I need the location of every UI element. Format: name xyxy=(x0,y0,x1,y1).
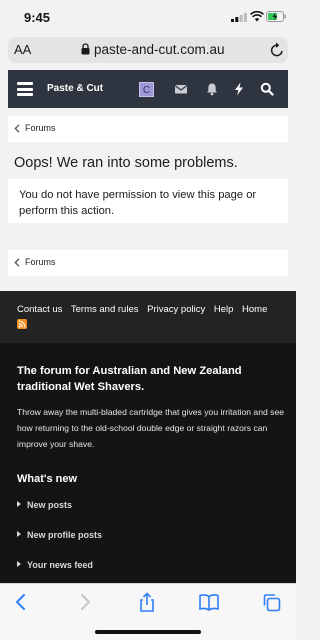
whats-new-item[interactable]: Your news feed xyxy=(17,560,93,570)
breadcrumb-bottom[interactable]: Forums xyxy=(8,250,288,276)
footer-link-home[interactable]: Home xyxy=(242,304,267,315)
whats-new-item[interactable]: New posts xyxy=(17,500,72,510)
tabs-icon[interactable] xyxy=(261,592,283,612)
footer-link-help[interactable]: Help xyxy=(214,304,234,315)
avatar[interactable]: C xyxy=(139,82,154,97)
lock-icon xyxy=(81,43,90,55)
footer-heading: The forum for Australian and New Zealand… xyxy=(17,365,242,393)
footer-link-contact[interactable]: Contact us xyxy=(17,304,62,315)
menu-icon[interactable] xyxy=(17,82,33,96)
search-icon[interactable] xyxy=(260,82,274,96)
envelope-icon[interactable] xyxy=(174,82,188,96)
breadcrumb-forums-link[interactable]: Forums xyxy=(25,123,56,133)
forward-icon[interactable] xyxy=(73,592,95,612)
rss-icon[interactable] xyxy=(17,319,27,329)
cellular-signal-icon xyxy=(231,13,247,22)
wifi-icon xyxy=(250,11,264,22)
bookmarks-icon[interactable] xyxy=(198,592,220,612)
back-icon[interactable] xyxy=(11,592,33,612)
page-title: Oops! We ran into some problems. xyxy=(14,155,238,171)
caret-right-icon xyxy=(17,531,21,537)
error-message: You do not have permission to view this … xyxy=(19,189,257,217)
whats-new-item-label[interactable]: New profile posts xyxy=(27,530,102,540)
address-bar[interactable]: AA paste-and-cut.com.au xyxy=(8,37,288,63)
footer-links: Contact us Terms and rules Privacy polic… xyxy=(17,304,273,315)
error-message-box: You do not have permission to view this … xyxy=(8,179,288,223)
chevron-left-icon xyxy=(14,124,20,133)
caret-right-icon xyxy=(17,501,21,507)
footer-links-bar: Contact us Terms and rules Privacy polic… xyxy=(0,291,296,343)
reload-icon[interactable] xyxy=(270,42,284,57)
url-field[interactable]: paste-and-cut.com.au xyxy=(94,42,225,57)
lightning-icon[interactable] xyxy=(232,82,246,96)
whats-new-item[interactable]: New profile posts xyxy=(17,530,102,540)
footer-link-privacy[interactable]: Privacy policy xyxy=(147,304,205,315)
bell-icon[interactable] xyxy=(205,82,219,96)
footer-description: Throw away the multi-bladed cartridge th… xyxy=(17,407,285,449)
site-brand[interactable]: Paste & Cut xyxy=(47,83,103,94)
breadcrumb-forums-link[interactable]: Forums xyxy=(25,257,56,267)
whats-new-item-label[interactable]: Your news feed xyxy=(27,560,93,570)
share-icon[interactable] xyxy=(136,592,158,612)
footer-link-terms[interactable]: Terms and rules xyxy=(71,304,139,315)
battery-charging-icon xyxy=(266,11,286,22)
caret-right-icon xyxy=(17,561,21,567)
status-time: 9:45 xyxy=(24,10,51,25)
status-bar: 9:45 xyxy=(0,0,296,34)
home-indicator[interactable] xyxy=(95,630,201,634)
text-size-button[interactable]: AA xyxy=(14,42,31,57)
footer-about: The forum for Australian and New Zealand… xyxy=(0,343,296,583)
breadcrumb[interactable]: Forums xyxy=(8,116,288,142)
chevron-left-icon xyxy=(14,258,20,267)
forum-navbar: Paste & Cut C xyxy=(8,70,288,108)
whats-new-title: What's new xyxy=(17,473,78,485)
whats-new-item-label[interactable]: New posts xyxy=(27,500,72,510)
